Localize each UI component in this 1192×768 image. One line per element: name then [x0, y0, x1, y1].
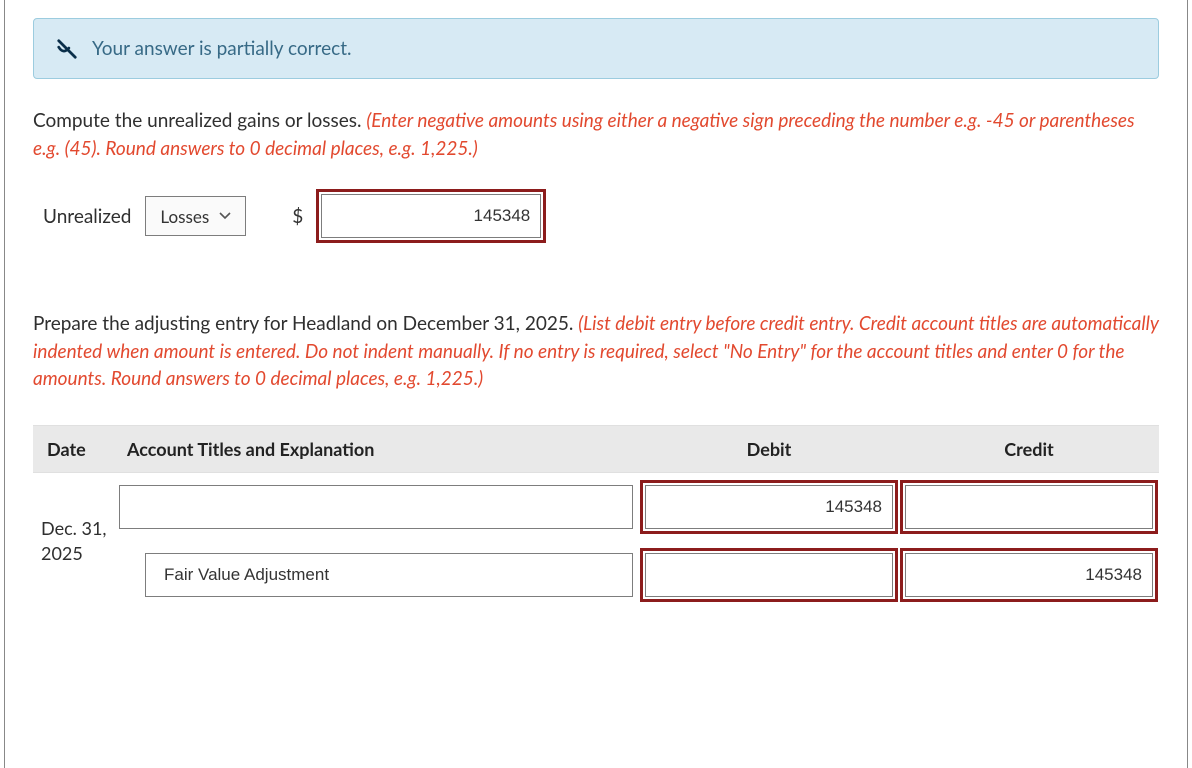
credit-input-1[interactable] [905, 485, 1153, 529]
partial-correct-icon [56, 38, 78, 60]
unrealized-row: Unrealized Losses $ [43, 194, 1159, 238]
journal-entry-table: Date Account Titles and Explanation Debi… [33, 425, 1159, 609]
account-title-input-1[interactable] [119, 485, 633, 529]
unrealized-select[interactable]: Losses [145, 196, 246, 236]
table-row: Dec. 31, 2025 [33, 472, 1159, 541]
debit-input-1[interactable] [645, 485, 893, 529]
currency-symbol: $ [292, 205, 303, 228]
entry-date: Dec. 31, 2025 [33, 472, 113, 609]
unrealized-select-value: Losses [160, 206, 209, 227]
table-row [33, 541, 1159, 609]
th-credit: Credit [899, 425, 1159, 472]
debit-input-2[interactable] [645, 553, 893, 597]
th-debit: Debit [639, 425, 899, 472]
section1-prompt: Compute the unrealized gains or losses. … [33, 107, 1159, 162]
section2-prompt: Prepare the adjusting entry for Headland… [33, 310, 1159, 393]
table-header-row: Date Account Titles and Explanation Debi… [33, 425, 1159, 472]
th-acct: Account Titles and Explanation [113, 425, 639, 472]
chevron-down-icon [219, 212, 231, 220]
alert-text: Your answer is partially correct. [92, 37, 351, 60]
credit-input-2[interactable] [905, 553, 1153, 597]
section1-prompt-main: Compute the unrealized gains or losses. [33, 109, 366, 132]
th-date: Date [33, 425, 113, 472]
section2-prompt-main: Prepare the adjusting entry for Headland… [33, 312, 578, 335]
unrealized-amount-input[interactable] [321, 194, 541, 238]
partial-correct-alert: Your answer is partially correct. [33, 18, 1159, 79]
account-title-input-2[interactable] [145, 553, 633, 597]
question-frame: Your answer is partially correct. Comput… [4, 0, 1188, 768]
unrealized-label: Unrealized [43, 205, 131, 228]
